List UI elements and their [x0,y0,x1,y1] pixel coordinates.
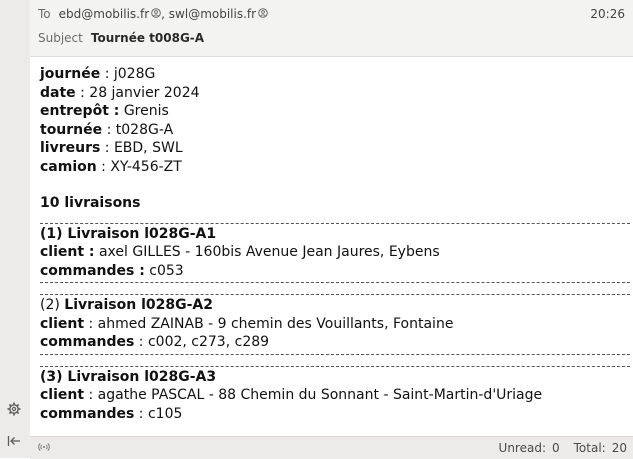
unread-label: Unread: [498,441,546,455]
delivery-client: client : axel GILLES - 160bis Avenue Jea… [40,244,440,260]
info-line-date: date : 28 janvier 2024 [40,84,200,101]
delivery-title: (3) Livraison l028G-A3 [40,368,217,385]
dashed-divider [40,365,630,367]
delivery-summary: 10 livraisons [40,195,141,211]
delivery-block: (1) Livraison l028G-A1 client : axel GIL… [40,225,630,281]
info-line-journee: journée : j028G [40,66,156,82]
total-label: Total: [573,441,606,455]
delivery-orders: commandes : c105 [40,405,183,422]
status-bar: Unread: 0 Total: 20 [30,436,633,459]
delivery-title: (2) Livraison l028G-A2 [40,297,213,313]
mail-reader-window: To ebd@mobilis.fr , swl@mobilis.fr 20:26… [0,0,633,459]
message-body[interactable]: journée : j028G date : 28 janvier 2024 e… [30,57,633,436]
recipients-row: To ebd@mobilis.fr , swl@mobilis.fr [38,7,268,21]
delivery-client: client : ahmed ZAINAB - 9 chemin des Vou… [40,315,454,332]
subject-label: Subject [38,31,83,45]
left-rail [0,0,30,458]
info-line-camion: camion : XY-456-ZT [40,158,182,175]
wireless-icon [38,441,50,454]
subject-row: Subject Tournée t008G-A [38,31,204,45]
dashed-divider [40,282,630,283]
info-line-livreurs: livreurs : EBD, SWL [40,140,183,156]
unread-count: 0 [552,441,560,455]
contact-card-icon[interactable] [151,7,161,21]
delivery-block: (2) Livraison l028G-A2 client : ahmed ZA… [40,296,630,352]
contact-card-icon[interactable] [258,7,268,21]
dashed-divider [40,353,630,355]
info-line-tournee: tournée : t028G-A [40,121,174,138]
message-header: To ebd@mobilis.fr , swl@mobilis.fr 20:26… [30,0,633,57]
info-line-entrepot: entrepôt : Grenis [40,103,169,119]
delivery-block: (3) Livraison l028G-A3 client : agathe P… [40,368,630,424]
delivery-title: (1) Livraison l028G-A1 [40,225,217,242]
message-counts: Unread: 0 Total: 20 [493,441,627,455]
delivery-orders: commandes : c053 [40,262,184,279]
total-count: 20 [611,441,627,455]
to-label: To [38,7,51,21]
recipient-address[interactable]: swl@mobilis.fr [169,7,256,21]
message-time: 20:26 [590,7,625,21]
delivery-orders: commandes : c002, c273, c289 [40,334,270,350]
gear-icon[interactable] [4,399,24,419]
dashed-divider [40,222,630,224]
recipient-address[interactable]: ebd@mobilis.fr [59,7,150,21]
delivery-client: client : agathe PASCAL - 88 Chemin du So… [40,387,543,403]
subject-text: Tournée t008G-A [90,31,205,45]
dashed-divider [40,294,630,295]
message-content: journée : j028G date : 28 janvier 2024 e… [40,65,630,423]
collapse-pane-icon[interactable] [4,431,24,451]
